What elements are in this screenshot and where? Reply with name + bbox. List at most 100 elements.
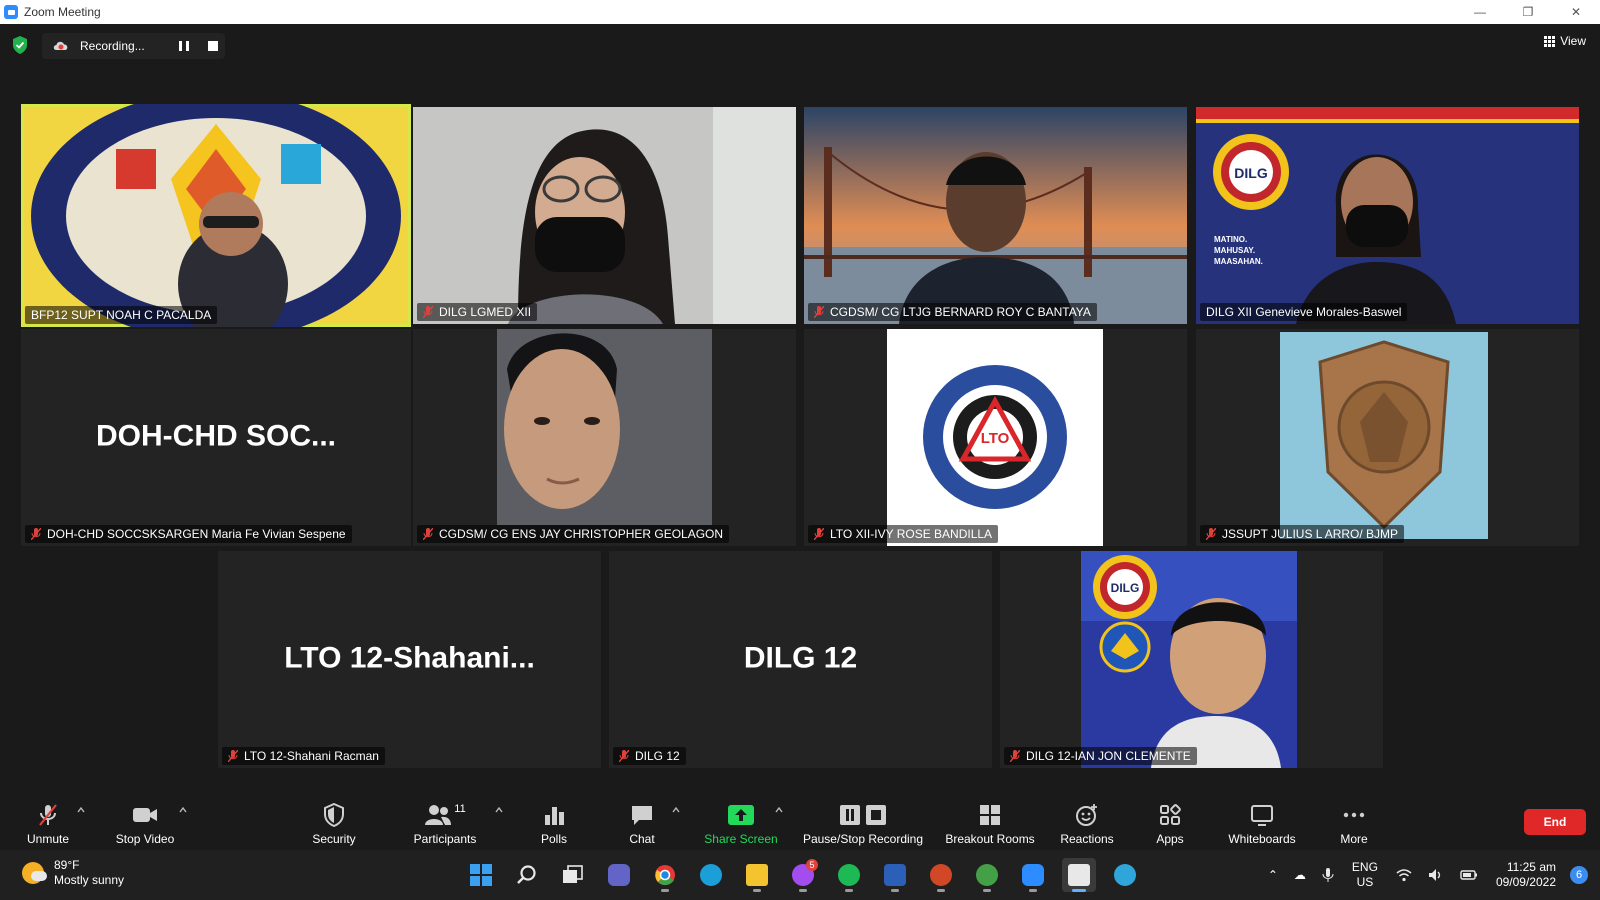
word-app[interactable]: [878, 858, 912, 892]
video-tile-lto-xii-ivy[interactable]: LTO LTO XII-IVY ROSE BANDILLA: [804, 329, 1187, 546]
weather-widget[interactable]: 89°F Mostly sunny: [22, 858, 124, 888]
video-tile-bfp12[interactable]: BFP12 SUPT NOAH C PACALDA: [21, 104, 411, 327]
chat-bubble-icon: [632, 806, 652, 825]
chrome-profile-icon: [976, 864, 998, 886]
participant-name: DILG LGMED XII: [439, 305, 532, 319]
stop-video-label: Stop Video: [115, 832, 175, 846]
battery-icon[interactable]: [1460, 868, 1478, 882]
video-tile-cgdsm-geolagon[interactable]: CGDSM/ CG ENS JAY CHRISTOPHER GEOLAGON: [413, 329, 796, 546]
participant-name-tag: DILG LGMED XII: [417, 303, 538, 321]
chrome-app[interactable]: [648, 858, 682, 892]
wifi-icon[interactable]: [1396, 868, 1412, 882]
view-button[interactable]: View: [1544, 34, 1586, 48]
security-shield-icon: [324, 803, 344, 827]
security-label: Security: [312, 832, 356, 846]
video-tile-jssupt-arro[interactable]: JSSUPT JULIUS L ARRO/ BJMP: [1196, 329, 1579, 546]
participant-display-name: DILG 12: [743, 640, 858, 674]
task-view-icon: [563, 865, 583, 883]
participant-name: DILG 12-IAN JON CLEMENTE: [1026, 749, 1191, 763]
video-tile-lto-12-shahani[interactable]: LTO 12-Shahani... LTO 12-Shahani Racman: [218, 551, 601, 768]
video-tile-dilg-12-ian[interactable]: DILG DILG 12-IAN JON CLEMENTE: [1000, 551, 1383, 768]
recording-indicator: Recording...: [42, 33, 225, 59]
share-screen-button[interactable]: Share Screen: [700, 796, 782, 846]
whiteboards-button[interactable]: Whiteboards: [1222, 796, 1302, 846]
window-controls: — ❐ ✕: [1456, 0, 1600, 24]
video-tile-dilg-12[interactable]: DILG 12 DILG 12: [609, 551, 992, 768]
chevron-up-icon[interactable]: ⌃: [1268, 868, 1278, 882]
chevron-up-icon[interactable]: [672, 806, 680, 814]
mic-muted-icon: [423, 306, 433, 318]
chevron-up-icon[interactable]: [495, 806, 503, 814]
microphone-icon[interactable]: [1322, 867, 1334, 883]
stop-recording-icon[interactable]: [208, 41, 218, 51]
video-tile-dilg-xii-genevieve[interactable]: DILG MATINO. MAHUSAY. MAASAHAN. DILG XII…: [1196, 107, 1579, 324]
stop-video-button[interactable]: Stop Video: [110, 796, 180, 846]
start-button[interactable]: [464, 858, 498, 892]
clock-date: 09/09/2022: [1495, 875, 1556, 889]
restore-button[interactable]: ❐: [1504, 0, 1552, 24]
chat-label: Chat: [629, 832, 655, 846]
running-indicator: [1029, 889, 1037, 892]
pause-recording-icon[interactable]: [179, 41, 189, 51]
running-indicator: [799, 889, 807, 892]
mic-muted-icon: [1010, 750, 1020, 762]
participant-profile-photo: [497, 329, 712, 525]
participant-name-tag: DILG 12-IAN JON CLEMENTE: [1004, 747, 1197, 765]
running-indicator: [661, 889, 669, 892]
participant-display-name: DOH-CHD SOC...: [96, 418, 336, 452]
sunny-weather-icon: [22, 862, 47, 884]
mic-muted-icon: [228, 750, 238, 762]
chevron-up-icon[interactable]: [77, 806, 85, 814]
bjmp-badge-graphic: [1280, 332, 1488, 539]
more-button[interactable]: More: [1330, 796, 1378, 846]
zoom-app[interactable]: [1016, 858, 1050, 892]
reactions-button[interactable]: Reactions: [1056, 796, 1118, 846]
snipping-tool-app[interactable]: [1062, 858, 1096, 892]
breakout-rooms-label: Breakout Rooms: [945, 832, 1035, 846]
system-clock[interactable]: 11:25 am 09/09/2022: [1496, 860, 1556, 890]
notification-count-badge[interactable]: 6: [1570, 866, 1588, 884]
end-meeting-button[interactable]: End: [1524, 809, 1586, 835]
onedrive-cloud-icon[interactable]: ☁: [1294, 868, 1306, 882]
close-button[interactable]: ✕: [1552, 0, 1600, 24]
weather-temperature: 89°F: [54, 858, 80, 872]
meeting-controls-toolbar: Unmute Stop Video Security 11 Participan…: [0, 792, 1600, 850]
task-view-button[interactable]: [556, 858, 590, 892]
edge-app[interactable]: [694, 858, 728, 892]
security-button[interactable]: Security: [303, 796, 365, 846]
powerpoint-app[interactable]: [924, 858, 958, 892]
input-language[interactable]: ENG US: [1352, 860, 1378, 890]
apps-button[interactable]: Apps: [1146, 796, 1194, 846]
teams-chat-app[interactable]: [602, 858, 636, 892]
video-tile-cgdsm-bantaya[interactable]: CGDSM/ CG LTJG BERNARD ROY C BANTAYA: [804, 107, 1187, 324]
breakout-rooms-button[interactable]: Breakout Rooms: [940, 796, 1040, 846]
snipping-tool-icon: [1068, 864, 1090, 886]
polls-button[interactable]: Polls: [530, 796, 578, 846]
chevron-up-icon[interactable]: [775, 806, 783, 814]
window-title: Zoom Meeting: [24, 5, 101, 19]
meeting-top-bar: Recording... View: [0, 24, 1600, 66]
file-explorer-app[interactable]: [740, 858, 774, 892]
video-tile-dilg-lgmed[interactable]: DILG LGMED XII: [413, 107, 796, 324]
taskbar-app-icons: 5: [464, 858, 1154, 892]
running-indicator: [753, 889, 761, 892]
minimize-button[interactable]: —: [1456, 0, 1504, 24]
video-tile-doh-chd[interactable]: DOH-CHD SOC... DOH-CHD SOCCSKSARGEN Mari…: [21, 329, 411, 546]
spotify-app[interactable]: [832, 858, 866, 892]
taskbar-search[interactable]: [510, 858, 544, 892]
running-indicator: [937, 889, 945, 892]
pause-stop-recording-icon: [840, 805, 886, 825]
spotify-icon: [838, 864, 860, 886]
chrome-profile-app[interactable]: [970, 858, 1004, 892]
messenger-app[interactable]: 5: [786, 858, 820, 892]
participant-name: JSSUPT JULIUS L ARRO/ BJMP: [1222, 527, 1399, 541]
participant-name-tag: DOH-CHD SOCCSKSARGEN Maria Fe Vivian Ses…: [25, 525, 352, 543]
unmute-button[interactable]: Unmute: [18, 796, 78, 846]
maps-app[interactable]: [1108, 858, 1142, 892]
encryption-shield-icon[interactable]: [12, 36, 28, 54]
speaker-volume-icon[interactable]: [1428, 868, 1444, 882]
pause-stop-recording-button[interactable]: Pause/Stop Recording: [798, 796, 928, 846]
participants-button[interactable]: 11 Participants: [405, 796, 485, 846]
chat-button[interactable]: Chat: [618, 796, 666, 846]
chevron-up-icon[interactable]: [179, 806, 187, 814]
